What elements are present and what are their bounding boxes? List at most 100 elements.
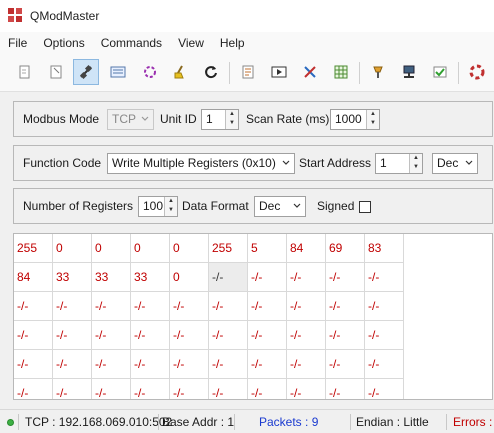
start-address-spinbox[interactable]: 1 ▲ ▼: [375, 153, 423, 174]
register-cell[interactable]: -/-: [53, 350, 92, 379]
chevron-down-icon: [141, 116, 149, 121]
register-cell[interactable]: -/-: [326, 263, 365, 292]
register-cell[interactable]: -/-: [326, 321, 365, 350]
register-cell[interactable]: 0: [53, 234, 92, 263]
register-cell[interactable]: -/-: [14, 321, 53, 350]
register-cell[interactable]: -/-: [131, 321, 170, 350]
data-format-select[interactable]: Dec: [254, 196, 306, 217]
register-cell[interactable]: -/-: [365, 263, 404, 292]
modbus-mode-select[interactable]: TCP: [107, 109, 154, 130]
register-cell[interactable]: 0: [92, 234, 131, 263]
register-cell[interactable]: -/-: [248, 292, 287, 321]
register-cell[interactable]: 0: [170, 234, 209, 263]
menu-options[interactable]: Options: [35, 32, 92, 54]
register-cell[interactable]: -/-: [287, 263, 326, 292]
connection-panel: Modbus Mode TCP Unit ID 1 ▲ ▼ Scan Rate (…: [13, 101, 493, 137]
register-cell[interactable]: -/-: [365, 350, 404, 379]
network-icon[interactable]: [396, 59, 422, 85]
register-cell[interactable]: -/-: [209, 292, 248, 321]
read-write-icon[interactable]: [105, 59, 131, 85]
function-code-select[interactable]: Write Multiple Registers (0x10): [107, 153, 295, 174]
register-cell[interactable]: 33: [92, 263, 131, 292]
register-cell[interactable]: -/-: [287, 379, 326, 399]
register-cell[interactable]: 0: [131, 234, 170, 263]
register-cell[interactable]: -/-: [248, 350, 287, 379]
spin-buttons[interactable]: ▲ ▼: [366, 110, 379, 129]
register-cell[interactable]: -/-: [326, 350, 365, 379]
spin-buttons[interactable]: ▲ ▼: [225, 110, 238, 129]
register-cell[interactable]: 33: [53, 263, 92, 292]
register-cell[interactable]: 69: [326, 234, 365, 263]
register-cell[interactable]: -/-: [131, 292, 170, 321]
status-base-addr: Base Addr : 1: [162, 415, 235, 429]
register-cell[interactable]: -/-: [209, 321, 248, 350]
spin-buttons[interactable]: ▲ ▼: [164, 197, 177, 216]
unit-id-spinbox[interactable]: 1 ▲ ▼: [201, 109, 239, 130]
plug-icon[interactable]: [73, 59, 99, 85]
register-cell[interactable]: 255: [14, 234, 53, 263]
register-cell[interactable]: 84: [14, 263, 53, 292]
register-cell[interactable]: 255: [209, 234, 248, 263]
clear-icon[interactable]: [167, 59, 193, 85]
register-cell[interactable]: -/-: [287, 350, 326, 379]
scan-rate-spinbox[interactable]: 1000 ▲ ▼: [330, 109, 380, 130]
register-cell[interactable]: -/-: [209, 379, 248, 399]
start-address-format-select[interactable]: Dec: [432, 153, 478, 174]
register-cell[interactable]: -/-: [170, 379, 209, 399]
register-cell[interactable]: -/-: [53, 321, 92, 350]
register-cell[interactable]: -/-: [53, 379, 92, 399]
spin-buttons[interactable]: ▲ ▼: [409, 154, 422, 173]
register-cell[interactable]: -/-: [131, 379, 170, 399]
register-cell[interactable]: -/-: [14, 292, 53, 321]
register-cell[interactable]: -/-: [365, 292, 404, 321]
register-cell[interactable]: -/-: [92, 321, 131, 350]
signed-checkbox[interactable]: [359, 201, 371, 213]
register-cell[interactable]: -/-: [170, 350, 209, 379]
unit-id-label: Unit ID: [160, 112, 197, 126]
refresh-icon[interactable]: [198, 59, 224, 85]
menu-help[interactable]: Help: [212, 32, 253, 54]
register-cell[interactable]: -/-: [170, 321, 209, 350]
check-icon[interactable]: [427, 59, 453, 85]
register-cell[interactable]: -/-: [365, 321, 404, 350]
register-cell[interactable]: 5: [248, 234, 287, 263]
register-cell[interactable]: -/-: [92, 379, 131, 399]
data-format-label: Data Format: [182, 199, 249, 213]
register-cell[interactable]: -/-: [287, 292, 326, 321]
table-icon[interactable]: [328, 59, 354, 85]
register-cell[interactable]: -/-: [92, 350, 131, 379]
register-cell[interactable]: -/-: [14, 350, 53, 379]
register-cell[interactable]: -/-: [170, 292, 209, 321]
bus-monitor-icon[interactable]: [365, 59, 391, 85]
register-cell[interactable]: 84: [287, 234, 326, 263]
register-cell[interactable]: 0: [170, 263, 209, 292]
register-cell[interactable]: -/-: [326, 379, 365, 399]
register-cell[interactable]: -/-: [287, 321, 326, 350]
register-cell[interactable]: -/-: [92, 292, 131, 321]
register-cell[interactable]: -/-: [248, 379, 287, 399]
help-icon[interactable]: [464, 59, 490, 85]
register-cell[interactable]: -/-: [248, 321, 287, 350]
register-cell[interactable]: -/-: [53, 292, 92, 321]
register-cell[interactable]: 33: [131, 263, 170, 292]
menu-file[interactable]: File: [0, 32, 35, 54]
monitor-icon[interactable]: [266, 59, 292, 85]
register-cell[interactable]: 83: [365, 234, 404, 263]
menu-commands[interactable]: Commands: [93, 32, 170, 54]
menu-view[interactable]: View: [170, 32, 212, 54]
save-icon[interactable]: [43, 59, 69, 85]
connect-icon[interactable]: [12, 59, 38, 85]
format-panel: Number of Registers 100 ▲ ▼ Data Format D…: [13, 188, 493, 224]
app-icon: [8, 8, 24, 24]
register-cell[interactable]: -/-: [209, 263, 248, 292]
register-cell[interactable]: -/-: [248, 263, 287, 292]
num-registers-spinbox[interactable]: 100 ▲ ▼: [138, 196, 178, 217]
register-cell[interactable]: -/-: [14, 379, 53, 399]
register-cell[interactable]: -/-: [131, 350, 170, 379]
register-cell[interactable]: -/-: [326, 292, 365, 321]
register-cell[interactable]: -/-: [209, 350, 248, 379]
tools-icon[interactable]: [297, 59, 323, 85]
register-cell[interactable]: -/-: [365, 379, 404, 399]
log-icon[interactable]: [235, 59, 261, 85]
scan-icon[interactable]: [137, 59, 163, 85]
